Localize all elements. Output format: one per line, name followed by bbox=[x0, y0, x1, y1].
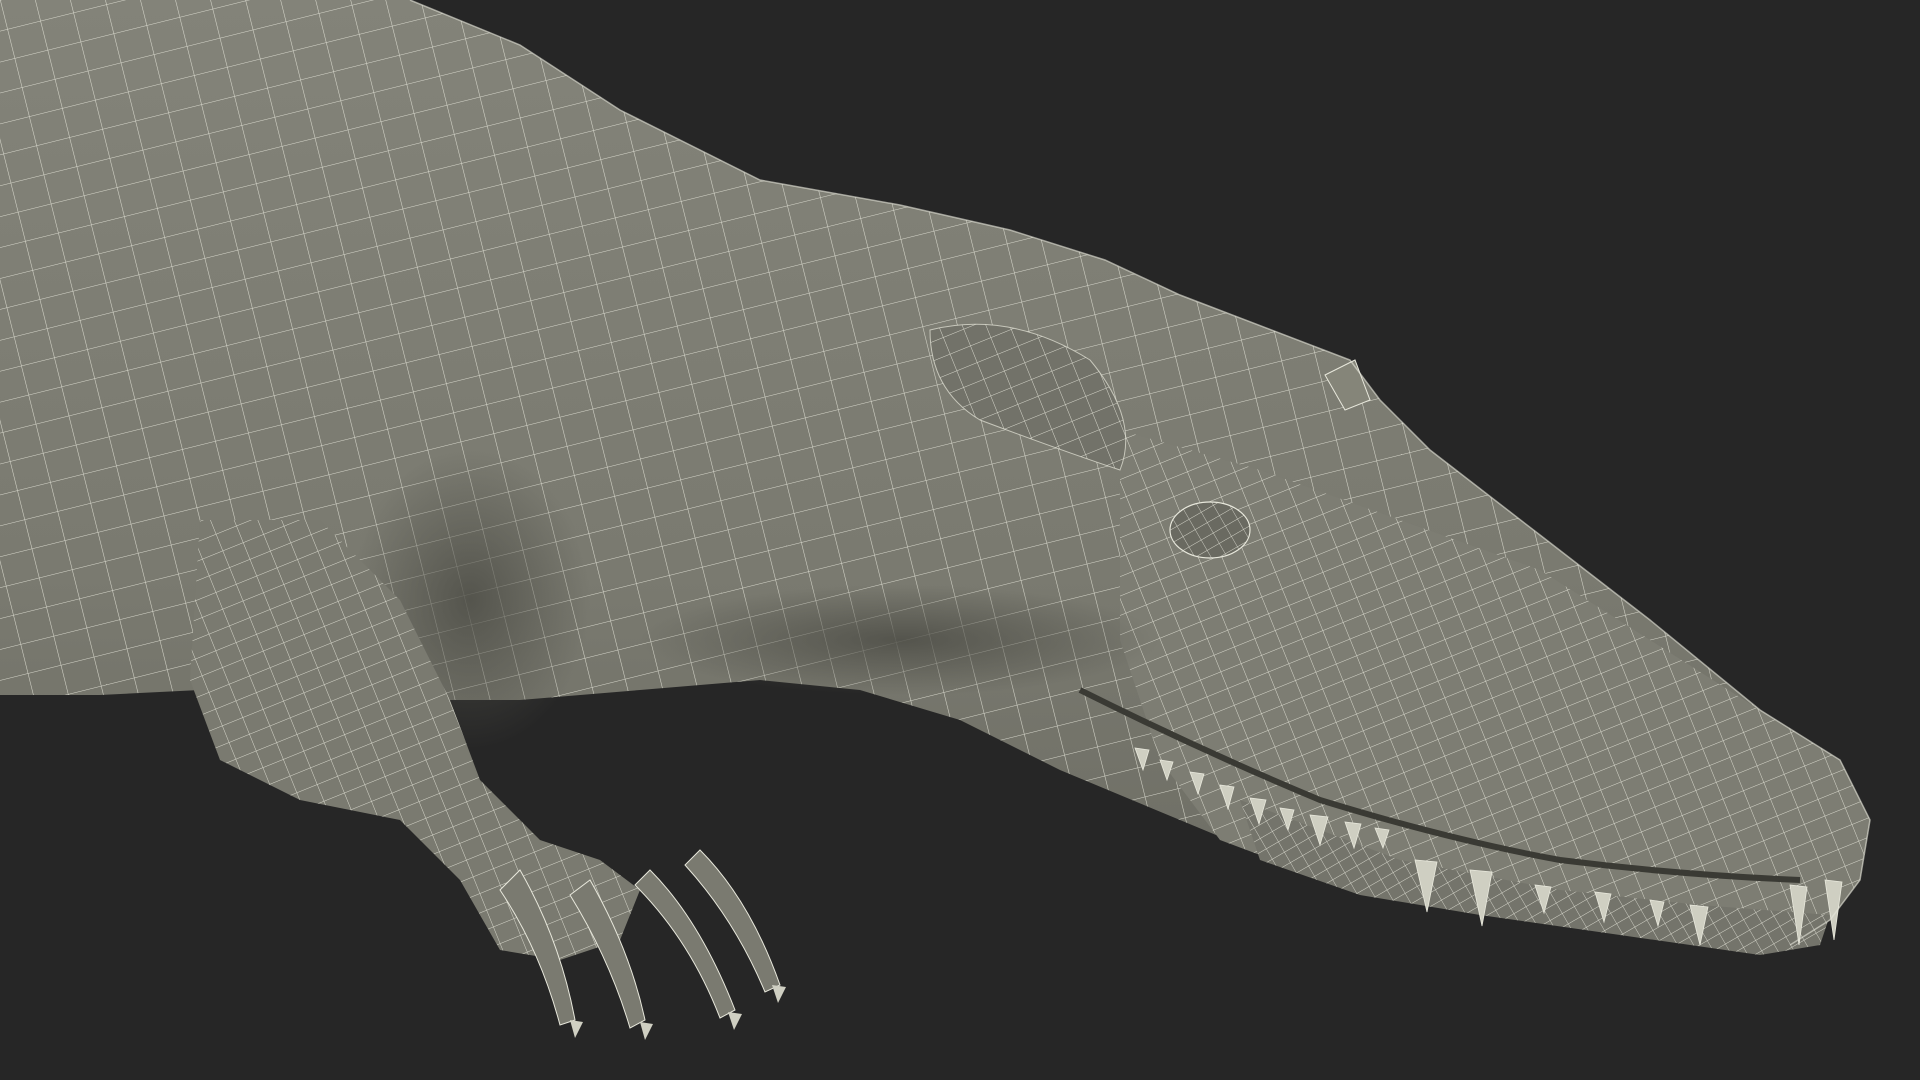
crocodile-wireframe-render bbox=[0, 0, 1920, 1080]
jaw-fold-shadow bbox=[640, 585, 1160, 695]
eye bbox=[1169, 501, 1251, 559]
